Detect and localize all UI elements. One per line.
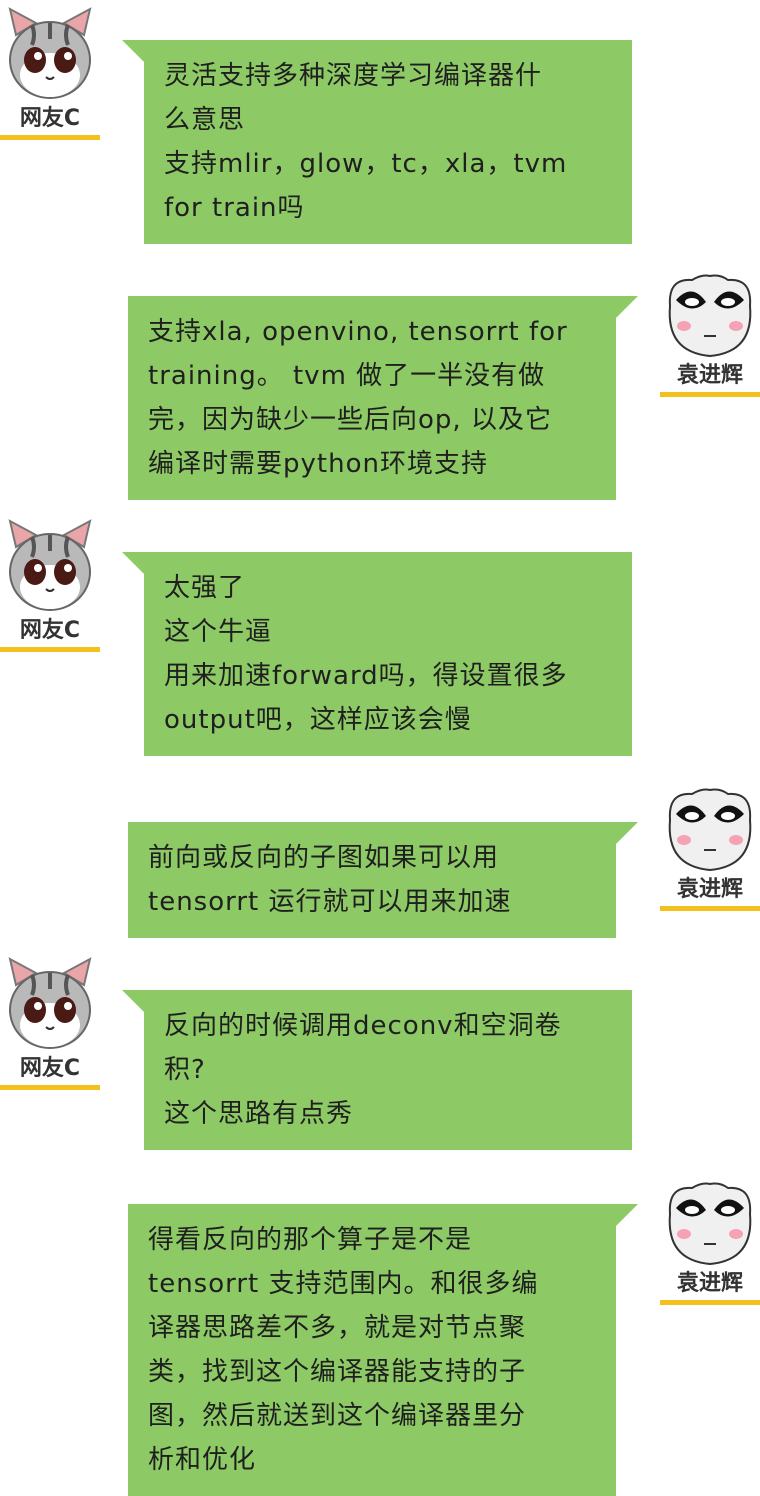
username-label: 袁进辉 [660, 362, 760, 397]
message-bubble: 得看反向的那个算子是不是 tensorrt 支持范围内。和很多编 译器思路差不多… [128, 1204, 638, 1496]
username-label: 袁进辉 [660, 1270, 760, 1305]
message-text: tensorrt 支持范围内。和很多编 [148, 1269, 539, 1299]
message-text: 图，然后就送到这个编译器里分 [148, 1401, 527, 1431]
message-text: 积? [164, 1055, 206, 1085]
message-text: training。 tvm 做了一半没有做 [148, 361, 546, 391]
message-text: 么意思 [164, 105, 246, 135]
message-bubble: 反向的时候调用deconv和空洞卷 积? 这个思路有点秀 [122, 990, 632, 1150]
user-avatar[interactable]: 袁进辉 [660, 272, 760, 397]
message-text: 用来加速forward吗，得设置很多 [164, 661, 568, 691]
cat-avatar-icon [8, 519, 92, 611]
message-text: output吧，这样应该会慢 [164, 705, 472, 735]
user-avatar[interactable]: 网友C [0, 955, 100, 1090]
cat-avatar-icon [8, 957, 92, 1049]
username-label: 网友C [0, 1055, 100, 1090]
message-bubble: 前向或反向的子图如果可以用 tensorrt 运行就可以用来加速 [128, 822, 638, 938]
message-text: 反向的时候调用deconv和空洞卷 [164, 1011, 562, 1041]
message-text: 编译时需要python环境支持 [148, 449, 488, 479]
username-label: 网友C [0, 105, 100, 140]
message-text: 太强了 [164, 573, 246, 603]
message-bubble: 灵活支持多种深度学习编译器什 么意思 支持mlir，glow，tc，xla，tv… [122, 40, 632, 244]
message-text: 前向或反向的子图如果可以用 [148, 843, 500, 873]
user-avatar[interactable]: 袁进辉 [660, 786, 760, 911]
message-text: for train吗 [164, 193, 305, 223]
message-bubble: 太强了 这个牛逼 用来加速forward吗，得设置很多 output吧，这样应该… [122, 552, 632, 756]
message-text: tensorrt 运行就可以用来加速 [148, 887, 512, 917]
message-bubble: 支持xla, openvino, tensorrt for training。 … [128, 296, 638, 500]
message-text: 这个牛逼 [164, 617, 273, 647]
message-text: 类，找到这个编译器能支持的子 [148, 1357, 527, 1387]
username-label: 袁进辉 [660, 876, 760, 911]
panda-avatar-icon [668, 274, 752, 358]
message-text: 支持mlir，glow，tc，xla，tvm [164, 149, 568, 179]
message-text: 支持xla, openvino, tensorrt for [148, 317, 568, 347]
panda-avatar-icon [668, 788, 752, 872]
user-avatar[interactable]: 网友C [0, 5, 100, 140]
user-avatar[interactable]: 网友C [0, 517, 100, 652]
message-text: 译器思路差不多，就是对节点聚 [148, 1313, 527, 1343]
message-text: 这个思路有点秀 [164, 1099, 354, 1129]
message-text: 得看反向的那个算子是不是 [148, 1225, 473, 1255]
cat-avatar-icon [8, 7, 92, 99]
message-text: 完，因为缺少一些后向op, 以及它 [148, 405, 552, 435]
message-text: 灵活支持多种深度学习编译器什 [164, 61, 543, 91]
user-avatar[interactable]: 袁进辉 [660, 1180, 760, 1305]
panda-avatar-icon [668, 1182, 752, 1266]
message-text: 析和优化 [148, 1445, 257, 1475]
username-label: 网友C [0, 617, 100, 652]
